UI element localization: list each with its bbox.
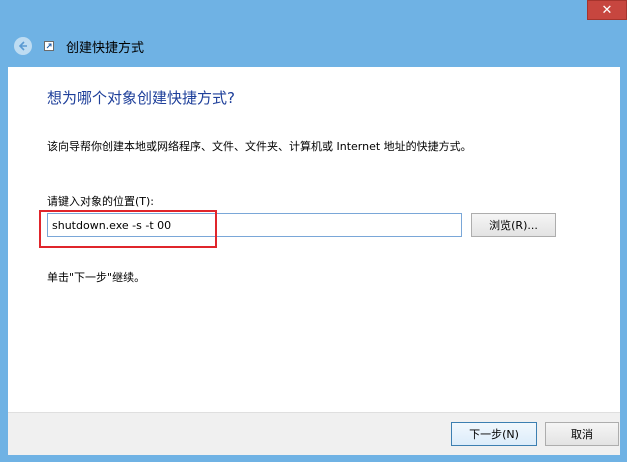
close-icon: ✕ — [601, 2, 613, 18]
wizard-content: 想为哪个对象创建快捷方式? 该向导帮你创建本地或网络程序、文件、文件夹、计算机或… — [8, 67, 620, 412]
location-label: 请键入对象的位置(T): — [47, 195, 155, 208]
cancel-button[interactable]: 取消 — [545, 422, 619, 446]
back-button[interactable] — [14, 37, 32, 55]
location-input[interactable] — [47, 213, 462, 237]
close-button[interactable]: ✕ — [587, 0, 627, 20]
shortcut-app-icon — [44, 41, 54, 51]
dialog-window: ✕ 创建快捷方式 想为哪个对象创建快捷方式? 该向导帮你创建本地或网络程序、文件… — [0, 0, 627, 462]
wizard-description: 该向导帮你创建本地或网络程序、文件、文件夹、计算机或 Internet 地址的快… — [47, 140, 472, 153]
instruction-text: 单击"下一步"继续。 — [47, 271, 146, 284]
page-heading: 想为哪个对象创建快捷方式? — [47, 89, 235, 107]
back-arrow-icon — [18, 41, 27, 51]
dialog-footer: 下一步(N) 取消 — [8, 412, 620, 455]
browse-button[interactable]: 浏览(R)... — [471, 213, 556, 237]
window-title: 创建快捷方式 — [66, 41, 145, 56]
next-button[interactable]: 下一步(N) — [451, 422, 537, 446]
